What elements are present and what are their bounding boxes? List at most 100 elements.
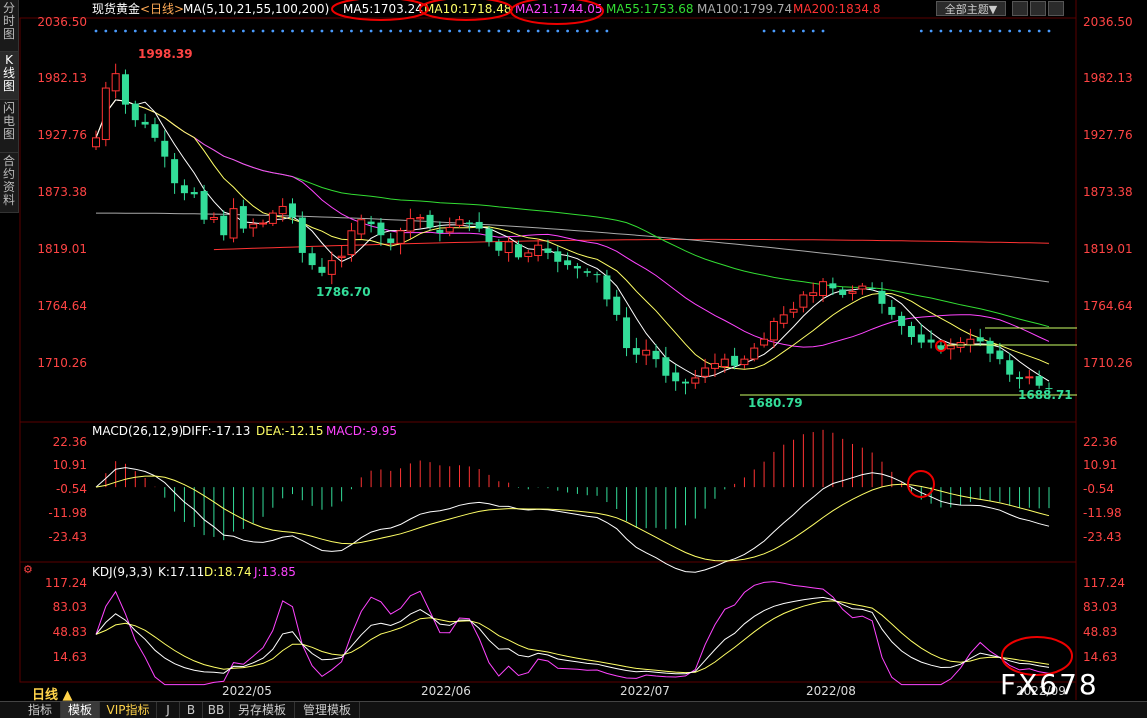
tab-bb[interactable]: BB [203, 702, 230, 718]
price-tick: 1764.64 [37, 299, 87, 313]
candlesticks [92, 63, 1053, 400]
candle-up [534, 244, 543, 257]
event-dot [330, 29, 334, 33]
event-dot [379, 29, 383, 33]
event-dot [536, 29, 540, 33]
event-dot [350, 29, 353, 33]
kdj-tick: 83.03 [53, 600, 87, 614]
event-dot [546, 29, 550, 33]
kdj-tick: 14.63 [1083, 650, 1117, 664]
candle-up [229, 208, 238, 239]
event-dot [811, 29, 815, 33]
event-dot [281, 29, 285, 33]
candle-down [485, 228, 493, 242]
event-dot [959, 29, 962, 33]
candle-up [396, 230, 405, 244]
candle-up [249, 223, 258, 229]
candle-up [710, 363, 719, 369]
kdj-tick: 117.24 [45, 576, 87, 590]
event-dot [762, 29, 766, 33]
event-dot [300, 29, 304, 33]
kdj-tick: 117.24 [1083, 576, 1125, 590]
macd-tick: 22.36 [53, 435, 87, 449]
candle-down [514, 244, 522, 258]
macd-tick: -11.98 [48, 506, 87, 520]
event-dot [183, 29, 186, 33]
macd-tick: 10.91 [1083, 458, 1117, 472]
chart-svg[interactable]: 现货黄金 <日线> MA(5,10,21,55,100,200) MA5:170… [0, 0, 1147, 718]
event-dot [232, 29, 235, 33]
event-dot [133, 29, 137, 33]
tab-b[interactable]: B [180, 702, 203, 718]
event-dot [526, 29, 530, 33]
window-toggle-button[interactable] [1030, 1, 1046, 16]
event-dot [310, 29, 314, 33]
event-dot [399, 29, 402, 33]
price-tick: 1819.01 [37, 242, 87, 256]
event-dot [605, 29, 609, 33]
candle-down [731, 355, 739, 366]
candle-up [966, 338, 975, 346]
candle-up [455, 219, 464, 226]
event-dot [369, 29, 373, 33]
event-dot [487, 29, 491, 33]
kdj-settings-icon[interactable]: ⚙ [23, 563, 33, 576]
event-dot [576, 29, 579, 33]
event-dot [104, 29, 108, 33]
event-dots [94, 29, 1051, 33]
candle-down [839, 289, 847, 295]
window-toggle-button[interactable] [1012, 1, 1028, 16]
candle-down [1016, 377, 1024, 380]
event-dot [929, 29, 933, 33]
event-dot [418, 29, 422, 33]
candle-down [190, 192, 198, 195]
candle-down [613, 296, 621, 315]
candle-up [740, 358, 749, 366]
macd-tick: -11.98 [1083, 506, 1122, 520]
ma21-value: MA21:1744.05 [515, 2, 603, 16]
tab-save-template[interactable]: 另存模板 [230, 702, 295, 718]
candle-down [603, 275, 611, 300]
price-annotations: 1998.39 1786.70 1680.79 1688.71 [138, 47, 1073, 410]
candle-down [141, 121, 149, 125]
instrument-name: 现货黄金 [92, 1, 140, 16]
macd-tick: -23.43 [48, 530, 87, 544]
event-dot [222, 29, 226, 33]
macd-tick: 10.91 [53, 458, 87, 472]
candle-down [387, 238, 395, 243]
candle-down [200, 191, 208, 220]
event-dot [497, 29, 501, 33]
candle-up [760, 338, 769, 346]
kdj-k: K:17.11 [158, 565, 204, 579]
candle-down [1006, 360, 1014, 375]
watermark-logo: FX678 [1000, 668, 1099, 701]
kdj-j: J:13.85 [253, 565, 296, 579]
candle-down [544, 248, 552, 253]
theme-dropdown[interactable]: 全部主题▼ [936, 1, 1006, 16]
price-tick: 1927.76 [37, 128, 87, 142]
event-dot [1008, 29, 1012, 33]
tab-vip-indicators[interactable]: VIP指标 [100, 702, 157, 718]
ma-legend: 现货黄金 <日线> MA(5,10,21,55,100,200) MA5:170… [92, 1, 881, 16]
ma21-line [95, 99, 1050, 348]
candle-down [868, 287, 876, 289]
window-toggle-button[interactable] [1048, 1, 1064, 16]
kdj-tick: 48.83 [53, 625, 87, 639]
tab-j[interactable]: J [157, 702, 180, 718]
candle-down [573, 266, 581, 269]
ma200-value: MA200:1834.8 [793, 2, 881, 16]
candle-down [898, 315, 906, 326]
ma100-line [96, 212, 1050, 283]
price-tick: 1819.01 [1083, 242, 1133, 256]
tab-manage-template[interactable]: 管理模板 [295, 702, 360, 718]
candle-up [750, 347, 759, 360]
price-panel-frame [19, 17, 1077, 423]
event-dot [94, 29, 98, 33]
tab-indicators[interactable]: 指标 [20, 702, 61, 718]
candle-up [779, 314, 788, 324]
event-dot [772, 29, 776, 33]
kdj-tick: 83.03 [1083, 600, 1117, 614]
macd-title: MACD(26,12,9) [92, 424, 183, 438]
event-dot [1018, 29, 1021, 33]
tab-templates[interactable]: 模板 [61, 702, 100, 718]
